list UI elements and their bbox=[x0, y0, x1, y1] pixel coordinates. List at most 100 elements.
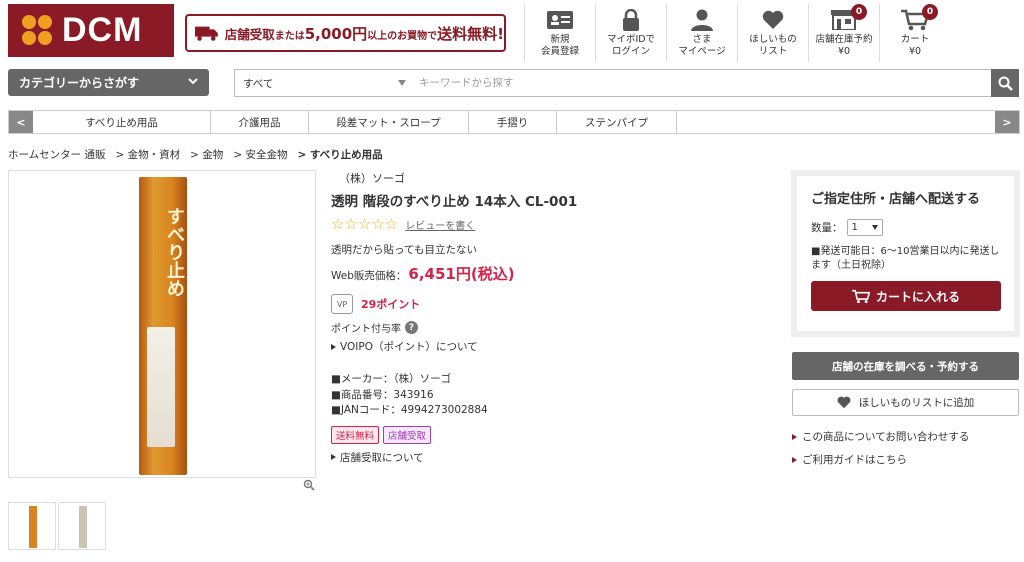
dropdown-arrow-icon bbox=[871, 225, 878, 230]
delivery-heading: ご指定住所・店舗へ配送する bbox=[811, 192, 981, 207]
quantity-select[interactable]: 1 bbox=[846, 219, 883, 236]
catnav-prev-button[interactable]: < bbox=[9, 111, 33, 133]
product-title: 透明 階段のすべり止め 14本入 CL-001 bbox=[331, 194, 578, 210]
free-shipping-banner[interactable]: 店舗受取または5,000円以上のお買物で送料無料! bbox=[185, 14, 506, 52]
help-icon[interactable]: ? bbox=[405, 321, 418, 334]
promo-mid: または bbox=[274, 30, 305, 42]
register-link[interactable]: 新規 会員登録 bbox=[524, 4, 595, 62]
catnav-item[interactable]: 手摺り bbox=[469, 111, 557, 133]
thumbnail-strip bbox=[8, 502, 106, 550]
spec-jan: ■JANコード：4994273002884 bbox=[331, 404, 488, 416]
voipo-link[interactable]: VOIPO（ポイント）について bbox=[331, 339, 771, 354]
search-icon bbox=[998, 76, 1013, 91]
guide-link-label: ご利用ガイドはこちら bbox=[802, 454, 907, 466]
write-review-link[interactable]: レビューを書く bbox=[405, 217, 475, 232]
product-description: 透明だから貼っても目立たない bbox=[331, 244, 477, 256]
store-pickup-tag: 店舗受取 bbox=[383, 425, 432, 444]
search-scope-value: すべて bbox=[243, 77, 274, 90]
category-search-label: カテゴリーからさがす bbox=[19, 76, 140, 90]
person-icon bbox=[691, 9, 713, 31]
store-pickup-link[interactable]: 店舗受取について bbox=[331, 450, 771, 465]
cart-badge: 0 bbox=[922, 4, 938, 20]
catnav-item[interactable]: すべり止め用品 bbox=[33, 111, 211, 133]
dropdown-arrow-icon bbox=[398, 80, 406, 86]
quantity-value: 1 bbox=[851, 222, 858, 233]
category-search-button[interactable]: カテゴリーからさがす bbox=[8, 69, 209, 96]
logo-text: DCM bbox=[62, 11, 143, 49]
package-window bbox=[147, 327, 175, 447]
price-row: Web販売価格： 6,451円(税込) bbox=[331, 263, 771, 284]
price-value: 6,451円(税込) bbox=[408, 265, 515, 283]
product-main-image[interactable]: すべり止め bbox=[8, 170, 316, 478]
product-specs: ■メーカー：（株）ソーゴ ■商品番号：343916 ■JANコード：499427… bbox=[331, 372, 771, 419]
zoom-icon[interactable] bbox=[303, 479, 315, 491]
add-to-cart-button[interactable]: カートに入れる bbox=[811, 281, 1001, 311]
inquiry-link-label: この商品についてお問い合わせする bbox=[802, 431, 970, 443]
triangle-right-icon bbox=[331, 343, 336, 350]
point-rate-label: ポイント付与率 bbox=[331, 324, 401, 335]
promo-lead: 店舗受取 bbox=[224, 26, 275, 42]
heart-icon bbox=[837, 396, 851, 409]
heart-icon bbox=[762, 10, 784, 29]
product-thumbnail[interactable] bbox=[58, 502, 106, 550]
package-title: すべり止め bbox=[164, 207, 185, 297]
promo-text: 店舗受取または5,000円以上のお買物で送料無料! bbox=[225, 23, 504, 44]
add-to-wishlist-button[interactable]: ほしいものリストに追加 bbox=[792, 389, 1019, 416]
maker-name: （株）ソーゴ bbox=[339, 172, 405, 185]
store-pickup-link-label: 店舗受取について bbox=[340, 451, 424, 464]
search-button[interactable] bbox=[991, 69, 1019, 97]
search-scope-select[interactable]: すべて bbox=[234, 69, 412, 97]
points-value: 29ポイント bbox=[361, 298, 421, 311]
truck-icon bbox=[195, 26, 218, 41]
catnav-item[interactable]: 段差マット・スロープ bbox=[309, 111, 469, 133]
product-info: （株）ソーゴ 透明 階段のすべり止め 14本入 CL-001 ☆☆☆☆☆ レビュ… bbox=[331, 170, 771, 465]
cart-label: カート ¥0 bbox=[900, 34, 930, 57]
breadcrumb: ホームセンター 通販 > 金物・資材 > 金物 > 安全金物 > すべり止め用品 bbox=[8, 147, 383, 162]
lock-icon bbox=[623, 9, 639, 31]
breadcrumb-item[interactable]: > 金物 bbox=[190, 147, 223, 162]
cart-link[interactable]: カート ¥0 0 bbox=[879, 4, 950, 62]
promo-amount: 5,000円 bbox=[304, 24, 368, 43]
store-stock-button[interactable]: 店舗の在庫を調べる・予約する bbox=[792, 352, 1019, 380]
promo-free: 送料無料! bbox=[437, 24, 504, 43]
breadcrumb-item[interactable]: ホームセンター 通販 bbox=[8, 147, 106, 162]
guide-link[interactable]: ご利用ガイドはこちら bbox=[792, 452, 907, 467]
promo-tail: 以上のお買物で bbox=[367, 30, 438, 42]
inquiry-link[interactable]: この商品についてお問い合わせする bbox=[792, 429, 969, 444]
mypage-link[interactable]: さま マイページ bbox=[666, 4, 737, 62]
search-input[interactable] bbox=[411, 69, 992, 97]
login-label: マイポIDで ログイン bbox=[606, 34, 656, 57]
triangle-right-icon bbox=[792, 456, 797, 463]
free-shipping-tag: 送料無料 bbox=[331, 425, 380, 444]
catnav-next-button[interactable]: > bbox=[995, 111, 1019, 133]
store-reserve-badge: 0 bbox=[851, 4, 867, 20]
vp-icon: VP bbox=[331, 294, 353, 314]
login-link[interactable]: マイポIDで ログイン bbox=[595, 4, 666, 62]
catnav-item[interactable]: 介護用品 bbox=[211, 111, 309, 133]
shipping-info: ■発送可能日：6～10営業日以内に発送します（土日祝除） bbox=[811, 246, 1000, 271]
triangle-right-icon bbox=[331, 454, 336, 460]
header-nav: 新規 会員登録 マイポIDで ログイン さま マイページ ほしいもの リスト 店… bbox=[524, 4, 950, 62]
id-card-icon bbox=[547, 11, 573, 29]
breadcrumb-item[interactable]: > 安全金物 bbox=[233, 147, 287, 162]
spec-number: ■商品番号：343916 bbox=[331, 388, 434, 401]
wishlist-link[interactable]: ほしいもの リスト bbox=[737, 4, 808, 62]
breadcrumb-item[interactable]: > 金物・資材 bbox=[116, 147, 181, 162]
logo-dots-icon bbox=[22, 14, 54, 47]
quantity-row: 数量： 1 bbox=[811, 219, 1000, 236]
price-label: Web販売価格： bbox=[331, 270, 407, 282]
dcm-logo[interactable]: DCM bbox=[8, 4, 174, 57]
store-reserve-link[interactable]: 店舗在庫予約 ¥0 0 bbox=[808, 4, 879, 62]
product-tags: 送料無料 店舗受取 bbox=[331, 425, 771, 444]
chevron-down-icon bbox=[188, 78, 198, 85]
catnav-item[interactable]: ステンパイプ bbox=[557, 111, 677, 133]
triangle-right-icon bbox=[792, 433, 797, 440]
add-to-cart-label: カートに入れる bbox=[875, 289, 960, 304]
point-rate-row: ポイント付与率 ? bbox=[331, 320, 771, 335]
mypage-label: さま マイページ bbox=[678, 34, 726, 57]
product-thumbnail[interactable] bbox=[8, 502, 56, 550]
category-nav: < すべり止め用品 介護用品 段差マット・スロープ 手摺り ステンパイプ > bbox=[8, 110, 1020, 134]
rating-stars: ☆☆☆☆☆ レビューを書く bbox=[331, 217, 771, 233]
add-to-wishlist-label: ほしいものリストに追加 bbox=[858, 397, 975, 409]
register-label: 新規 会員登録 bbox=[540, 34, 579, 57]
